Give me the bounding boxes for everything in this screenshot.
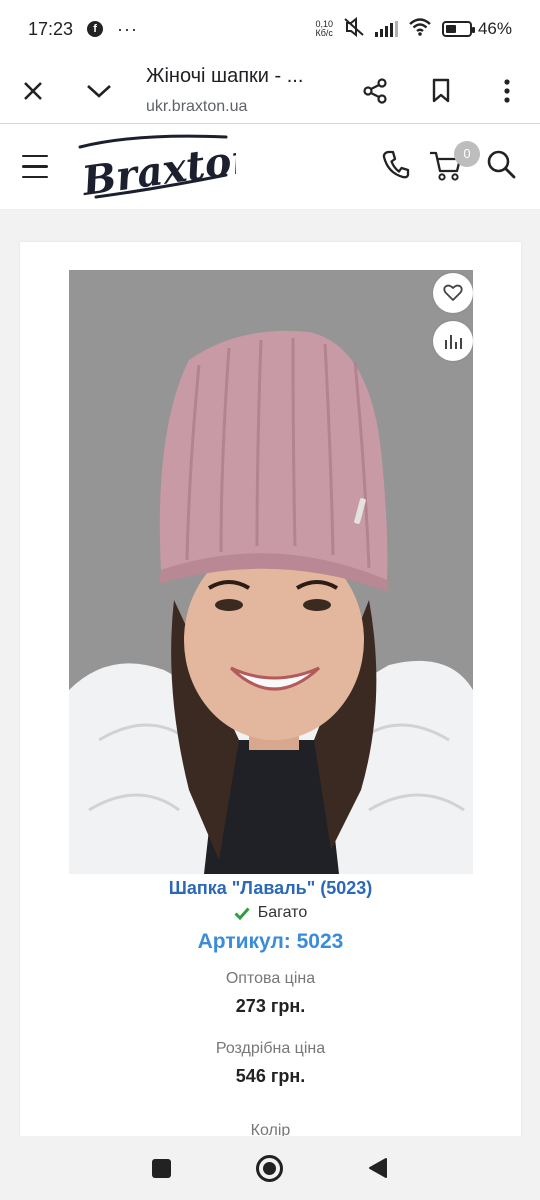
wifi-icon — [408, 17, 432, 41]
close-icon — [24, 81, 42, 100]
heart-icon — [443, 284, 463, 301]
network-speed-unit: Кб/с — [315, 28, 333, 38]
search-button[interactable] — [486, 149, 516, 184]
phone-icon — [382, 150, 410, 179]
search-icon — [487, 150, 516, 179]
facebook-notification-icon: f — [87, 21, 104, 37]
share-button[interactable] — [342, 58, 408, 124]
system-navigation-bar — [0, 1136, 540, 1200]
check-icon — [234, 906, 250, 920]
bookmark-button[interactable] — [408, 58, 474, 124]
battery-percent: 46% — [477, 19, 512, 38]
menu-button[interactable] — [18, 142, 68, 192]
phone-call-button[interactable] — [382, 149, 410, 184]
home-icon — [262, 1161, 276, 1175]
page-title-area[interactable]: Жіночі шапки - ... ukr.braxton.ua — [132, 65, 342, 116]
mute-icon — [343, 16, 365, 42]
battery-icon — [441, 21, 475, 37]
more-notifications-icon: ··· — [117, 18, 139, 39]
compare-button[interactable] — [433, 321, 473, 361]
svg-text:Braxton: Braxton — [78, 133, 236, 205]
signal-icon — [374, 21, 398, 37]
braxton-logo[interactable]: Braxton — [76, 127, 236, 207]
cart-count-badge: 0 — [454, 140, 480, 167]
wholesale-price-label: Оптова ціна — [225, 970, 316, 987]
page-title: Жіночі шапки - ... — [146, 65, 304, 87]
menu-icon-line — [22, 154, 48, 158]
add-to-wishlist-button[interactable] — [433, 273, 473, 313]
battery-indicator: 46% — [441, 19, 512, 39]
back-button[interactable] — [368, 1157, 388, 1179]
close-tab-button[interactable] — [0, 58, 66, 124]
stock-status: Багато — [20, 904, 521, 922]
product-image[interactable] — [69, 270, 473, 874]
menu-icon-line — [22, 165, 48, 168]
chevron-down-icon — [87, 84, 111, 98]
site-header: Braxton 0 — [0, 124, 540, 210]
network-speed: 0,10 Кб/с — [315, 20, 333, 38]
minimize-button[interactable] — [66, 58, 132, 124]
compare-chart-icon — [445, 335, 462, 349]
share-icon — [363, 77, 387, 104]
wholesale-price: 273 грн. — [235, 996, 306, 1016]
page-url: ukr.braxton.ua — [146, 98, 248, 115]
recent-apps-button[interactable] — [152, 1158, 172, 1178]
product-title[interactable]: Шапка "Лаваль" (5023) — [20, 878, 521, 899]
product-sku: Артикул: 5023 — [197, 930, 344, 953]
status-bar: 17:23 f ··· 0,10 Кб/с 46% — [0, 0, 540, 58]
stock-status-text: Багато — [257, 904, 308, 921]
retail-price: 546 грн. — [235, 1066, 306, 1086]
menu-icon-line — [22, 175, 48, 179]
retail-price-label: Роздрібна ціна — [215, 1040, 326, 1057]
more-vertical-icon — [504, 78, 510, 103]
browser-toolbar: Жіночі шапки - ... ukr.braxton.ua — [0, 58, 540, 124]
more-options-button[interactable] — [474, 58, 540, 124]
cart-button[interactable]: 0 — [428, 140, 480, 187]
home-button[interactable] — [255, 1154, 283, 1182]
bookmark-icon — [432, 78, 450, 102]
status-time: 17:23 — [28, 18, 74, 39]
product-card: Шапка "Лаваль" (5023) Багато Артикул: 50… — [20, 242, 521, 1142]
